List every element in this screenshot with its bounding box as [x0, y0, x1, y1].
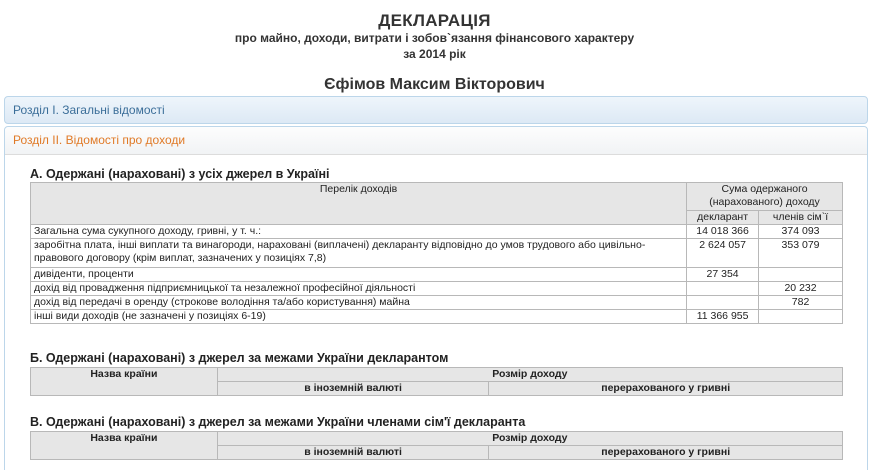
row-label: дивіденти, проценти — [29, 267, 688, 282]
table-row: дохід від передачі в оренду (строкове во… — [29, 295, 843, 310]
row-label: дохід від провадження підприємницької та… — [29, 281, 688, 296]
col-uah: перерахованого у гривні — [488, 381, 843, 396]
section-income-label: Розділ ІІ. Відомості про доходи — [13, 133, 186, 147]
declaration-page: ДЕКЛАРАЦІЯ про майно, доходи, витрати і … — [0, 0, 869, 470]
section-general-panel[interactable]: Розділ І. Загальні відомості — [4, 96, 868, 124]
document-subtitle: про майно, доходи, витрати і зобов`язанн… — [234, 31, 635, 45]
row-declarant-value — [686, 295, 760, 310]
document-title: ДЕКЛАРАЦІЯ — [378, 11, 491, 30]
section-c-heading: В. Одержані (нараховані) з джерел за меж… — [30, 415, 526, 429]
row-family-value — [758, 309, 843, 324]
row-declarant-value — [686, 281, 760, 296]
row-family-value: 782 — [758, 295, 843, 310]
row-family-value: 374 093 — [758, 224, 843, 239]
row-declarant-value: 14 018 366 — [686, 224, 760, 239]
row-label: Загальна сума сукупного доходу, гривні, … — [29, 224, 688, 239]
section-income-header[interactable]: Розділ ІІ. Відомості про доходи — [5, 127, 867, 155]
table-row: інші види доходів (не зазначені у позиці… — [29, 309, 843, 324]
table-row: Загальна сума сукупного доходу, гривні, … — [29, 224, 843, 239]
section-b-heading: Б. Одержані (нараховані) з джерел за меж… — [30, 351, 449, 365]
col-country: Назва країни — [30, 367, 218, 396]
row-declarant-value: 11 366 955 — [686, 309, 760, 324]
row-family-value — [758, 267, 843, 282]
row-family-value: 353 079 — [758, 238, 843, 268]
col-uah: перерахованого у гривні — [488, 445, 843, 460]
row-label: інші види доходів (не зазначені у позиці… — [29, 309, 688, 324]
table-header-row: Перелік доходів Сума одержаного (нарахов… — [29, 182, 843, 225]
declarant-name: Єфімов Максим Вікторович — [324, 76, 545, 93]
section-a-heading: А. Одержані (нараховані) з усіх джерел в… — [30, 167, 330, 181]
col-foreign-currency: в іноземній валюті — [216, 445, 490, 460]
row-label: дохід від передачі в оренду (строкове во… — [29, 295, 688, 310]
section-general-label: Розділ І. Загальні відомості — [13, 103, 165, 117]
col-income-sum: Сума одержаного (нарахованого) доходу — [686, 182, 843, 211]
document-year: за 2014 рік — [403, 47, 466, 61]
table-header-row: Назва країни Розмір доходу — [30, 431, 844, 460]
col-amount: Розмір доходу — [216, 367, 844, 382]
col-foreign-currency: в іноземній валюті — [216, 381, 490, 396]
col-declarant: декларант — [686, 210, 760, 225]
col-country: Назва країни — [30, 431, 218, 460]
row-label: заробітна плата, інші виплати та винагор… — [29, 238, 688, 268]
income-abroad-family-table: Назва країни Розмір доходу в іноземній в… — [30, 431, 844, 460]
table-row: дохід від провадження підприємницької та… — [29, 281, 843, 296]
table-header-row: Назва країни Розмір доходу — [30, 367, 844, 396]
income-abroad-declarant-table: Назва країни Розмір доходу в іноземній в… — [30, 367, 844, 396]
table-row: заробітна плата, інші виплати та винагор… — [29, 238, 843, 268]
table-row: дивіденти, проценти 27 354 — [29, 267, 843, 282]
row-family-value: 20 232 — [758, 281, 843, 296]
col-income-list: Перелік доходів — [29, 182, 688, 225]
col-family: членів сім`ї — [758, 210, 843, 225]
income-ukraine-table: Перелік доходів Сума одержаного (нарахов… — [29, 182, 843, 324]
row-declarant-value: 2 624 057 — [686, 238, 760, 268]
col-amount: Розмір доходу — [216, 431, 844, 446]
row-declarant-value: 27 354 — [686, 267, 760, 282]
